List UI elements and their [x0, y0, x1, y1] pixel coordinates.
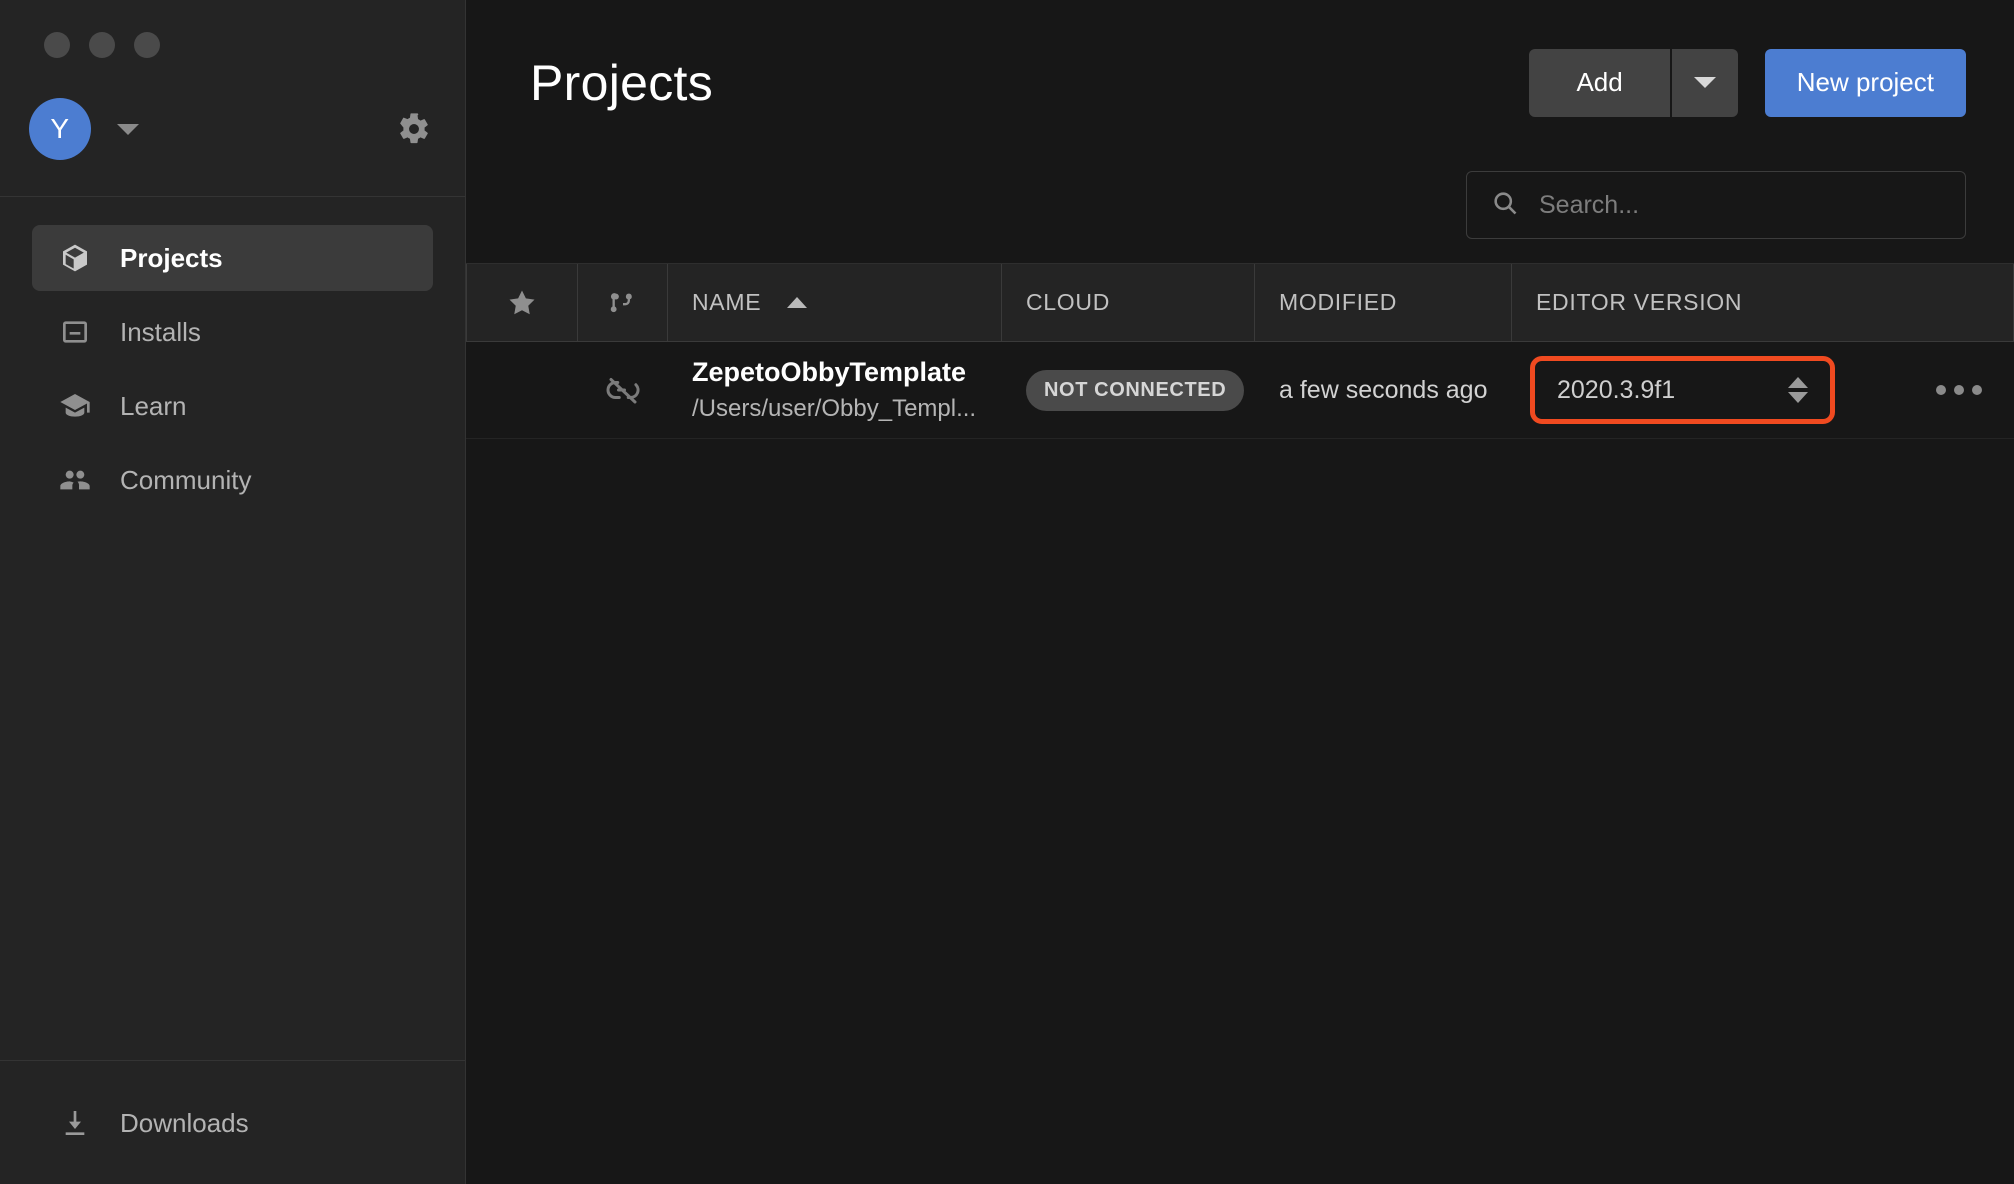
sidebar-footer: Downloads [0, 1060, 465, 1184]
gear-icon[interactable] [397, 112, 431, 146]
sidebar-item-downloads[interactable]: Downloads [32, 1106, 249, 1140]
chevron-up-icon [1788, 377, 1808, 388]
star-icon [507, 288, 537, 318]
new-project-button[interactable]: New project [1765, 49, 1966, 117]
archive-icon [58, 315, 92, 349]
row-name-cell[interactable]: ZepetoObbyTemplate /Users/user/Obby_Temp… [668, 356, 1002, 424]
column-header-label: NAME [692, 289, 761, 316]
column-header-label: EDITOR VERSION [1536, 289, 1742, 316]
column-header-name[interactable]: NAME [668, 264, 1002, 341]
sidebar-item-label: Community [120, 467, 251, 493]
sidebar-item-learn[interactable]: Learn [32, 373, 433, 439]
chevron-updown-icon [1788, 377, 1808, 403]
projects-table: NAME CLOUD MODIFIED EDITOR VERSION [466, 263, 2014, 1184]
chevron-down-icon[interactable] [117, 124, 139, 135]
column-header-label: CLOUD [1026, 289, 1110, 316]
search-box[interactable] [1466, 171, 1966, 239]
add-button-group: Add [1529, 49, 1737, 117]
window-controls [0, 0, 465, 62]
window-maximize-button[interactable] [134, 32, 160, 58]
page-title: Projects [530, 54, 713, 112]
main-content: Projects Add New project [466, 0, 2014, 1184]
sidebar-item-label: Projects [120, 245, 223, 271]
unity-hub-window: Y Projects Installs [0, 0, 2014, 1184]
table-header-row: NAME CLOUD MODIFIED EDITOR VERSION [466, 263, 2014, 342]
row-editor-version-cell: 2020.3.9f1 [1512, 356, 1904, 424]
download-icon [58, 1106, 92, 1140]
sidebar-item-label: Installs [120, 319, 201, 345]
sidebar-item-label: Learn [120, 393, 187, 419]
editor-version-select[interactable]: 2020.3.9f1 [1530, 356, 1835, 424]
people-icon [58, 463, 92, 497]
column-header-cloud[interactable]: CLOUD [1002, 264, 1255, 341]
column-header-version-control[interactable] [578, 264, 668, 341]
project-name: ZepetoObbyTemplate [692, 356, 966, 390]
editor-version-value: 2020.3.9f1 [1557, 376, 1675, 405]
more-horizontal-icon [1936, 385, 1946, 395]
add-dropdown-button[interactable] [1670, 49, 1738, 117]
chevron-down-icon [1788, 392, 1808, 403]
sort-ascending-icon [787, 297, 807, 308]
sidebar-item-label: Downloads [120, 1110, 249, 1136]
add-button[interactable]: Add [1529, 49, 1669, 117]
search-icon [1491, 189, 1519, 222]
chevron-down-icon [1694, 77, 1716, 88]
project-path: /Users/user/Obby_Templ... [692, 394, 976, 424]
more-horizontal-icon [1954, 385, 1964, 395]
row-version-control-status [578, 372, 668, 408]
column-header-editor-version[interactable]: EDITOR VERSION [1512, 264, 2014, 341]
cube-icon [58, 241, 92, 275]
column-header-label: MODIFIED [1279, 289, 1397, 316]
version-control-icon [609, 289, 637, 317]
account-bar: Y [0, 62, 465, 196]
more-horizontal-icon [1972, 385, 1982, 395]
header-actions: Add New project [1529, 49, 1966, 117]
row-more-menu-button[interactable] [1904, 385, 2014, 395]
avatar[interactable]: Y [29, 98, 91, 160]
link-off-icon [605, 372, 641, 408]
table-row[interactable]: ZepetoObbyTemplate /Users/user/Obby_Temp… [466, 342, 2014, 439]
sidebar: Y Projects Installs [0, 0, 466, 1184]
sidebar-nav: Projects Installs Learn Community [0, 197, 465, 1060]
table-body: ZepetoObbyTemplate /Users/user/Obby_Temp… [466, 342, 2014, 1184]
search-input[interactable] [1539, 191, 1941, 220]
row-cloud-cell: NOT CONNECTED [1002, 370, 1255, 411]
main-header: Projects Add New project [466, 0, 2014, 165]
sidebar-item-installs[interactable]: Installs [32, 299, 433, 365]
graduation-cap-icon [58, 389, 92, 423]
column-header-star[interactable] [466, 264, 578, 341]
sidebar-item-projects[interactable]: Projects [32, 225, 433, 291]
search-row [466, 165, 2014, 263]
row-modified-cell: a few seconds ago [1255, 376, 1512, 405]
window-minimize-button[interactable] [89, 32, 115, 58]
column-header-modified[interactable]: MODIFIED [1255, 264, 1512, 341]
window-close-button[interactable] [44, 32, 70, 58]
status-badge: NOT CONNECTED [1026, 370, 1244, 411]
sidebar-item-community[interactable]: Community [32, 447, 433, 513]
